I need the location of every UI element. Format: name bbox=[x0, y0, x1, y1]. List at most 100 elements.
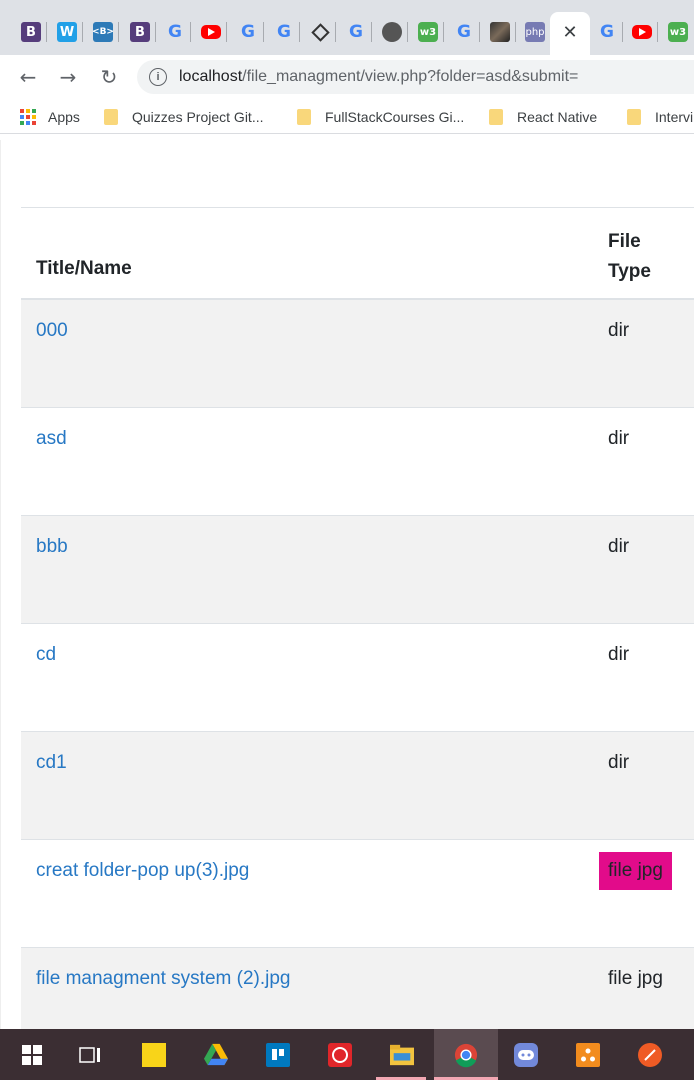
file-link[interactable]: cd1 bbox=[36, 752, 67, 774]
start-button[interactable] bbox=[0, 1029, 64, 1080]
table-row: bbb dir bbox=[21, 516, 694, 624]
bootstrap-icon: B bbox=[21, 22, 41, 42]
windows-start-icon bbox=[20, 1043, 44, 1067]
bookmark-interview[interactable]: Intervi bbox=[627, 107, 693, 127]
google-icon: G bbox=[600, 22, 614, 42]
trello-button[interactable] bbox=[246, 1029, 310, 1080]
file-explorer-button[interactable] bbox=[370, 1029, 434, 1080]
folder-icon bbox=[104, 109, 118, 125]
folder-icon bbox=[627, 109, 641, 125]
table-row: file managment system (2).jpg file jpg bbox=[21, 948, 694, 1029]
bookmarks-bar: Apps Quizzes Project Git... FullStackCou… bbox=[0, 99, 694, 134]
w-logo-icon: W bbox=[57, 22, 77, 42]
file-type: dir bbox=[608, 752, 630, 773]
tab-google-5[interactable]: G bbox=[444, 12, 480, 55]
youtube-icon bbox=[201, 25, 221, 39]
sticky-notes-button[interactable] bbox=[122, 1029, 186, 1080]
bookmark-label: Intervi bbox=[655, 109, 694, 125]
tab-youtube-1[interactable] bbox=[191, 12, 227, 55]
youtube-icon bbox=[632, 25, 652, 39]
tab-php[interactable]: php bbox=[515, 12, 551, 55]
file-type: dir bbox=[608, 320, 630, 341]
w3schools-icon: w3 bbox=[668, 22, 688, 42]
tab-diamond[interactable] bbox=[300, 12, 336, 55]
address-bar[interactable]: i localhost/file_managment/view.php?fold… bbox=[137, 60, 694, 94]
diamond-icon bbox=[310, 22, 330, 42]
file-link[interactable]: 000 bbox=[36, 320, 68, 342]
info-icon[interactable]: i bbox=[149, 68, 167, 86]
bookmark-label: FullStackCourses Gi... bbox=[325, 109, 465, 125]
file-link[interactable]: asd bbox=[36, 428, 67, 450]
file-explorer-icon bbox=[390, 1043, 414, 1067]
browser-toolbar: ← → ↻ i localhost/file_managment/view.ph… bbox=[0, 55, 694, 99]
tab-youtube-2[interactable] bbox=[622, 12, 658, 55]
google-icon: G bbox=[277, 22, 291, 42]
header-file-type: File Type bbox=[608, 231, 651, 282]
windows-taskbar bbox=[0, 1029, 694, 1080]
bookmark-apps[interactable]: Apps bbox=[20, 107, 80, 127]
folder-icon bbox=[489, 109, 503, 125]
table-row: creat folder-pop up(3).jpg file jpg bbox=[21, 840, 694, 948]
globe-icon bbox=[382, 22, 402, 42]
tab-google-2[interactable]: G bbox=[228, 12, 264, 55]
url-text[interactable]: localhost/file_managment/view.php?folder… bbox=[179, 68, 578, 86]
tab-w3schools-1[interactable]: w3 bbox=[408, 12, 444, 55]
header-title-name: Title/Name bbox=[36, 258, 132, 279]
table-row: cd dir bbox=[21, 624, 694, 732]
file-link[interactable]: creat folder-pop up(3).jpg bbox=[36, 860, 249, 882]
table-row: 000 dir bbox=[21, 300, 694, 408]
postman-button[interactable] bbox=[618, 1029, 682, 1080]
w3schools-icon: w3 bbox=[418, 22, 438, 42]
whatsapp-button[interactable] bbox=[308, 1029, 372, 1080]
tab-strip: B W <B> B G G G G w3 G php ✕ G w3 bbox=[0, 0, 694, 55]
chrome-button[interactable] bbox=[434, 1029, 498, 1080]
bootstrap-icon: B bbox=[130, 22, 150, 42]
tab-bootstrap[interactable]: B bbox=[11, 12, 47, 55]
table-row: asd dir bbox=[21, 408, 694, 516]
bookmark-quizzes[interactable]: Quizzes Project Git... bbox=[104, 107, 263, 127]
forward-arrow-icon[interactable]: → bbox=[54, 63, 82, 91]
bookmark-fullstack[interactable]: FullStackCourses Gi... bbox=[297, 107, 464, 127]
orange-app-button[interactable] bbox=[556, 1029, 620, 1080]
tab-google-1[interactable]: G bbox=[155, 12, 191, 55]
postman-icon bbox=[638, 1042, 662, 1067]
tab-active[interactable]: ✕ bbox=[550, 12, 590, 55]
close-icon[interactable]: ✕ bbox=[560, 22, 580, 43]
task-view-button[interactable] bbox=[58, 1029, 122, 1080]
tab-google-4[interactable]: G bbox=[336, 12, 372, 55]
task-view-icon bbox=[78, 1043, 102, 1067]
page-content: Title/Name File Type 000 dir asd dir bbb… bbox=[0, 140, 694, 1029]
files-table: Title/Name File Type 000 dir asd dir bbb… bbox=[21, 207, 694, 1029]
google-icon: G bbox=[168, 22, 182, 42]
file-link[interactable]: bbb bbox=[36, 536, 68, 558]
url-path: /file_managment/view.php?folder=asd&subm… bbox=[242, 68, 579, 85]
url-host: localhost bbox=[179, 68, 243, 85]
php-icon: php bbox=[525, 22, 545, 42]
chrome-icon bbox=[454, 1043, 478, 1067]
bookmark-label: Quizzes Project Git... bbox=[132, 109, 264, 125]
tab-google-6[interactable]: G bbox=[587, 12, 623, 55]
file-type-highlighted: file jpg bbox=[599, 852, 672, 890]
back-arrow-icon[interactable]: ← bbox=[14, 63, 42, 91]
tab-w[interactable]: W bbox=[47, 12, 83, 55]
folder-icon bbox=[297, 109, 311, 125]
reload-icon[interactable]: ↻ bbox=[95, 63, 123, 91]
tab-globe[interactable] bbox=[372, 12, 408, 55]
tab-w3schools-2[interactable]: w3 bbox=[658, 12, 694, 55]
bootstrap-blue-icon: <B> bbox=[92, 22, 114, 42]
google-drive-icon bbox=[204, 1043, 228, 1067]
tab-bootstrap-2[interactable]: B bbox=[120, 12, 156, 55]
discord-button[interactable] bbox=[494, 1029, 558, 1080]
tab-bootstrap-blue[interactable]: <B> bbox=[83, 12, 119, 55]
google-drive-button[interactable] bbox=[184, 1029, 248, 1080]
bookmark-react-native[interactable]: React Native bbox=[489, 107, 597, 127]
file-link[interactable]: file managment system (2).jpg bbox=[36, 968, 291, 990]
trello-icon bbox=[266, 1042, 290, 1067]
tab-google-3[interactable]: G bbox=[264, 12, 300, 55]
tab-photo[interactable] bbox=[480, 12, 516, 55]
table-row: cd1 dir bbox=[21, 732, 694, 840]
file-link[interactable]: cd bbox=[36, 644, 56, 666]
app-orange-icon bbox=[576, 1042, 600, 1067]
file-type: file jpg bbox=[608, 968, 663, 989]
google-icon: G bbox=[241, 22, 255, 42]
